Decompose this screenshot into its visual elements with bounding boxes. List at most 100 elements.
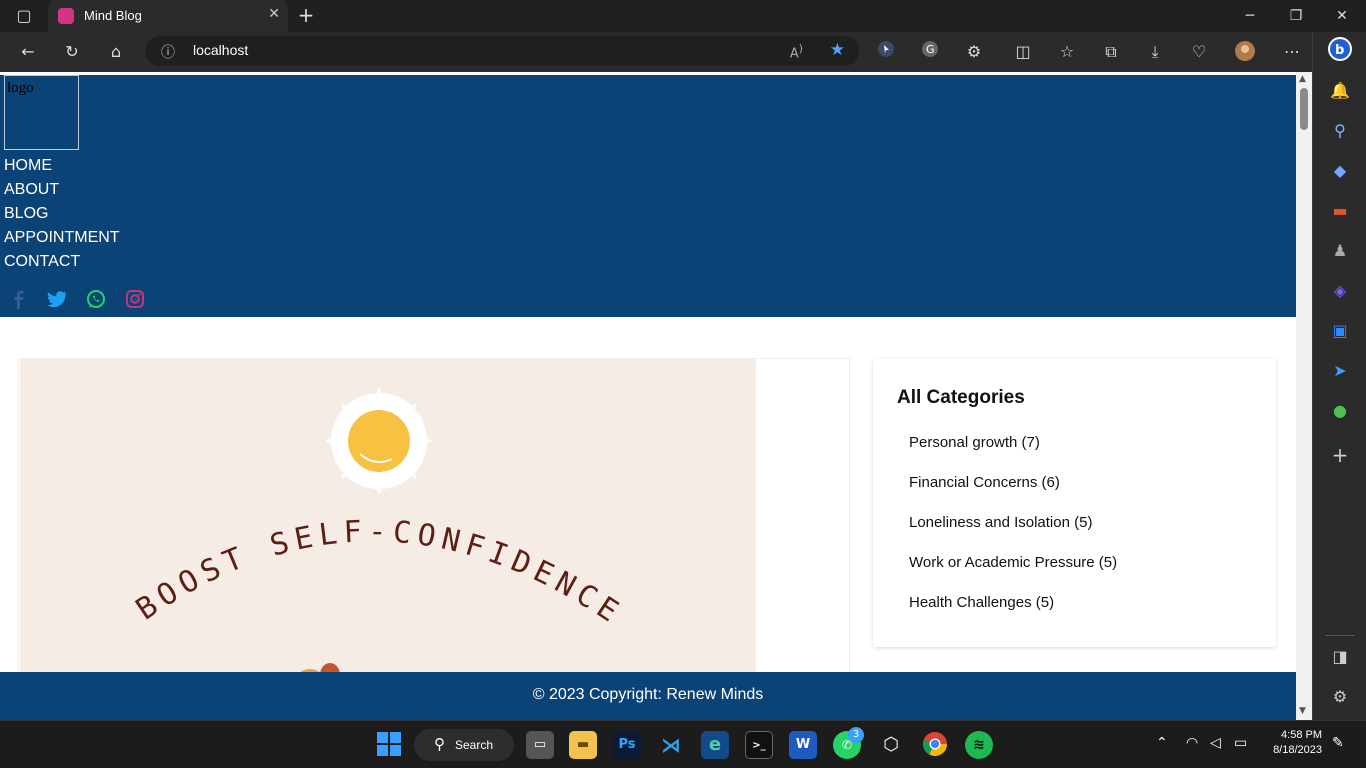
more-options-icon[interactable]: ⋯ [1280, 40, 1304, 64]
twitter-icon[interactable] [45, 288, 67, 310]
logo-alt-text: logo [7, 80, 34, 96]
scroll-up-icon[interactable]: ▲ [1299, 74, 1306, 84]
tab-favicon-icon [58, 8, 74, 24]
downloads-icon[interactable]: ⤓ [1143, 40, 1167, 64]
outlook-icon[interactable]: ▣ [1327, 318, 1353, 344]
extensions-icon[interactable]: ⚙ [962, 40, 986, 64]
volume-icon[interactable]: ◁ [1210, 735, 1221, 751]
categories-panel: All Categories Personal growth (7) Finan… [873, 359, 1276, 647]
address-url[interactable]: localhost [193, 42, 248, 58]
category-personal-growth[interactable]: Personal growth (7) [909, 434, 1040, 451]
extension-grammarly-icon[interactable]: G [918, 40, 942, 64]
new-tab-button[interactable]: + [294, 4, 318, 28]
post-image[interactable]: BOOST SELF-CONFIDENCE [20, 359, 756, 679]
terminal-icon[interactable]: >_ [745, 731, 773, 759]
notification-center-icon[interactable]: ✎ [1332, 735, 1344, 751]
whatsapp-badge: 3 [848, 727, 864, 743]
file-explorer-icon[interactable]: ▬ [569, 731, 597, 759]
tab-title: Mind Blog [84, 8, 142, 23]
performance-icon[interactable]: ♡ [1187, 40, 1211, 64]
profile-avatar[interactable] [1233, 40, 1257, 64]
hide-sidebar-icon[interactable]: ◨ [1327, 644, 1353, 670]
home-icon[interactable]: ⌂ [104, 40, 128, 64]
minimize-icon[interactable]: ─ [1230, 4, 1270, 28]
tree-icon[interactable]: ● [1327, 398, 1353, 424]
edge-icon[interactable]: e [701, 731, 729, 759]
footer-copyright: © 2023 Copyright: Renew Minds [532, 686, 764, 703]
add-sidebar-app-icon[interactable]: + [1327, 442, 1353, 468]
tab-mind-blog[interactable]: Mind Blog ✕ [48, 0, 288, 32]
nav-appointment[interactable]: APPOINTMENT [4, 229, 120, 247]
browser-window: ▢ Mind Blog ✕ + ─ ❐ ✕ ← ↻ ⌂ ⓘ localhost … [0, 0, 1366, 720]
nav-blog[interactable]: BLOG [4, 205, 48, 223]
taskbar-search-label: Search [455, 738, 494, 752]
address-bar[interactable]: ⓘ localhost A) ★ [145, 36, 859, 66]
sun-illustration [325, 387, 433, 495]
collections-icon[interactable]: ⧉ [1099, 40, 1123, 64]
notifications-icon[interactable]: 🔔 [1327, 78, 1353, 104]
categories-title: All Categories [897, 387, 1025, 408]
clock-date: 8/18/2023 [1273, 744, 1322, 756]
taskbar-search[interactable]: ⚲ Search [414, 729, 514, 761]
scroll-thumb[interactable] [1300, 88, 1308, 130]
sidebar-divider [1325, 635, 1355, 636]
windows-taskbar: ⚲ Search ▭ ▬ Ps ⋊ e >_ W ✆ 3 ⬡ ≋ ⌃ ◠ ◁ ▭… [0, 720, 1366, 768]
wifi-icon[interactable]: ◠ [1186, 735, 1198, 751]
back-icon[interactable]: ← [16, 40, 40, 64]
category-loneliness[interactable]: Loneliness and Isolation (5) [909, 514, 1092, 531]
read-aloud-icon[interactable]: A) [790, 42, 803, 61]
nav-about[interactable]: ABOUT [4, 181, 59, 199]
tab-bar: ▢ Mind Blog ✕ + ─ ❐ ✕ [0, 0, 1366, 32]
post-card[interactable]: BOOST SELF-CONFIDENCE [18, 358, 850, 679]
copilot-icon[interactable]: ◈ [1327, 278, 1353, 304]
start-icon[interactable] [375, 731, 403, 759]
search-icon[interactable]: ⚲ [1327, 118, 1353, 144]
chrome-icon[interactable] [921, 731, 949, 759]
close-window-icon[interactable]: ✕ [1322, 4, 1362, 28]
favorite-star-icon[interactable]: ★ [830, 40, 845, 60]
sidebar-settings-icon[interactable]: ⚙ [1327, 684, 1353, 710]
svg-text:b: b [1335, 43, 1344, 58]
battery-icon[interactable]: ▭ [1234, 735, 1247, 751]
category-financial-concerns[interactable]: Financial Concerns (6) [909, 474, 1060, 491]
page-viewport: logo HOME ABOUT BLOG APPOINTMENT CONTACT [0, 72, 1312, 720]
nav-home[interactable]: HOME [4, 157, 52, 175]
tab-close-icon[interactable]: ✕ [268, 6, 280, 22]
edge-sidebar: b 🔔 ⚲ ◆ ▬ ♟ ◈ ▣ ➤ ● + ◨ ⚙ [1312, 32, 1366, 720]
post-image-text: BOOST SELF-CONFIDENCE [130, 514, 629, 632]
site-footer: © 2023 Copyright: Renew Minds [0, 672, 1296, 720]
category-work-academic[interactable]: Work or Academic Pressure (5) [909, 554, 1117, 571]
tab-actions-icon[interactable]: ▢ [8, 4, 40, 28]
refresh-icon[interactable]: ↻ [60, 40, 84, 64]
facebook-icon[interactable] [8, 288, 30, 310]
spotify-icon[interactable]: ≋ [965, 731, 993, 759]
svg-text:G: G [926, 43, 935, 56]
task-view-icon[interactable]: ▭ [526, 731, 554, 759]
games-icon[interactable]: ♟ [1327, 238, 1353, 264]
nav-contact[interactable]: CONTACT [4, 253, 80, 271]
word-icon[interactable]: W [789, 731, 817, 759]
extension-cursor-icon[interactable] [874, 40, 898, 64]
bing-copilot-icon[interactable]: b [1327, 36, 1353, 62]
site-header: logo HOME ABOUT BLOG APPOINTMENT CONTACT [0, 75, 1296, 317]
scroll-down-icon[interactable]: ▼ [1299, 706, 1306, 716]
split-screen-icon[interactable]: ◫ [1011, 40, 1035, 64]
drop-icon[interactable]: ➤ [1327, 358, 1353, 384]
clock-time: 4:58 PM [1281, 729, 1322, 741]
logo[interactable]: logo [4, 75, 79, 150]
browser-toolbar: ← ↻ ⌂ ⓘ localhost A) ★ G ⚙ ◫ ☆ ⧉ ⤓ ♡ ⋯ [0, 32, 1312, 72]
vscode-icon[interactable]: ⋊ [657, 731, 685, 759]
instagram-icon[interactable] [124, 288, 146, 310]
favorites-icon[interactable]: ☆ [1055, 40, 1079, 64]
whatsapp-icon[interactable] [85, 288, 107, 310]
tools-icon[interactable]: ▬ [1327, 198, 1353, 224]
virtualbox-icon[interactable]: ⬡ [877, 731, 905, 759]
clock[interactable]: 4:58 PM 8/18/2023 [1258, 728, 1322, 758]
restore-icon[interactable]: ❐ [1276, 4, 1316, 28]
category-health[interactable]: Health Challenges (5) [909, 594, 1054, 611]
photoshop-icon[interactable]: Ps [613, 731, 641, 759]
tray-overflow-icon[interactable]: ⌃ [1156, 735, 1168, 751]
page-scrollbar[interactable]: ▲ ▼ [1296, 72, 1312, 720]
shopping-icon[interactable]: ◆ [1327, 158, 1353, 184]
site-info-icon[interactable]: ⓘ [161, 42, 175, 62]
